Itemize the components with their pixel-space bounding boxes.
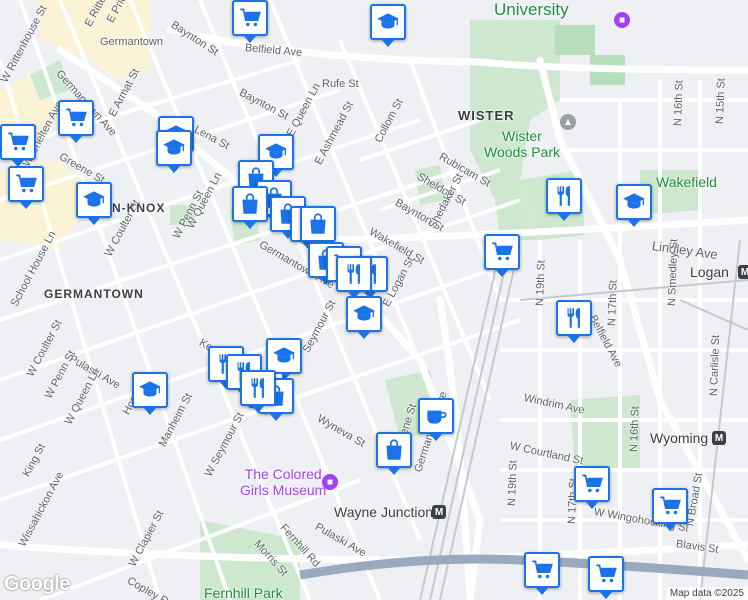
street-label: N 19th St [534,259,548,307]
museum-icon[interactable]: ■ [322,474,338,490]
restaurant-icon [341,261,367,287]
street-label: N Carlisle St [708,334,723,397]
shopping-cart-icon [63,105,89,131]
shopping-bag-marker[interactable] [300,206,336,249]
shopping-cart-marker[interactable] [0,124,36,167]
poi-label-logan[interactable]: Logan [690,264,729,280]
school-marker[interactable] [370,4,406,47]
school-icon [81,187,107,213]
coffee-marker[interactable] [418,398,454,441]
school-icon [375,9,401,35]
subway-station-icon[interactable]: M [738,265,748,279]
shopping-cart-marker[interactable] [8,166,44,209]
train-station-icon[interactable]: M [432,505,446,519]
shopping-cart-marker[interactable] [484,234,520,277]
university-icon[interactable]: ■ [614,12,630,28]
area-label-germantown: GERMANTOWN [44,287,144,301]
poi-label-wakefield[interactable]: Wakefield [656,174,717,190]
school-icon [621,189,647,215]
restaurant-icon [245,375,271,401]
poi-label-wister-woods-park[interactable]: Wister Woods Park [484,128,560,160]
map-canvas[interactable]: E Rittenhouse St E Price St Baynton St G… [0,0,748,600]
poi-label-wayne-junction[interactable]: Wayne Junction [334,504,433,520]
shopping-cart-marker[interactable] [652,488,688,531]
school-icon [271,343,297,369]
street-label: N 17th St [606,279,620,327]
restaurant-marker[interactable] [336,256,372,299]
google-logo: Google [4,573,70,595]
shopping-cart-icon [13,171,39,197]
school-icon [137,377,163,403]
shopping-cart-icon [579,471,605,497]
shopping-cart-icon [489,239,515,265]
school-marker[interactable] [616,184,652,227]
area-label-wister: WISTER [458,108,515,123]
coffee-icon [423,403,449,429]
restaurant-marker[interactable] [556,300,592,343]
school-icon [161,135,187,161]
shopping-cart-marker[interactable] [588,556,624,599]
shopping-cart-icon [5,129,31,155]
restaurant-icon [551,183,577,209]
subway-station-icon[interactable]: M [712,431,726,445]
school-marker[interactable] [76,182,112,225]
restaurant-marker[interactable] [240,370,276,413]
street-label: N 16th St [672,79,686,127]
school-marker[interactable] [346,296,382,339]
street-label: Rufe St [322,78,359,90]
shopping-bag-icon [381,437,407,463]
poi-label-wyoming[interactable]: Wyoming [650,430,708,446]
street-label: N Smedley St [666,238,681,307]
shopping-cart-icon [237,5,263,31]
map-attribution[interactable]: Map data ©2025 [665,587,748,600]
shopping-cart-icon [593,561,619,587]
school-icon [351,301,377,327]
school-marker[interactable] [132,372,168,415]
school-marker[interactable] [266,338,302,381]
poi-label-fernhill-park[interactable]: Fernhill Park [204,585,283,600]
street-label: Germantown [100,36,163,48]
area-label-penn-knox: N-KNOX [112,201,166,215]
shopping-cart-marker[interactable] [574,466,610,509]
shopping-cart-marker[interactable] [524,552,560,595]
poi-label-colored-girls-museum[interactable]: The Colored Girls Museum [240,466,326,498]
shopping-cart-marker[interactable] [58,100,94,143]
shopping-cart-marker[interactable] [232,0,268,43]
school-marker[interactable] [156,130,192,173]
shopping-bag-marker[interactable] [232,186,268,229]
restaurant-icon [561,305,587,331]
restaurant-marker[interactable] [546,178,582,221]
park-icon: ▲ [560,114,576,130]
shopping-bag-icon [237,191,263,217]
poi-label-university[interactable]: University [494,0,569,20]
shopping-bag-icon [305,211,331,237]
street-label: N 16th St [628,405,642,453]
shopping-cart-icon [657,493,683,519]
street-label: N 15th St [714,77,728,125]
shopping-bag-marker[interactable] [376,432,412,475]
shopping-cart-icon [529,557,555,583]
street-label: N 19th St [506,459,520,507]
